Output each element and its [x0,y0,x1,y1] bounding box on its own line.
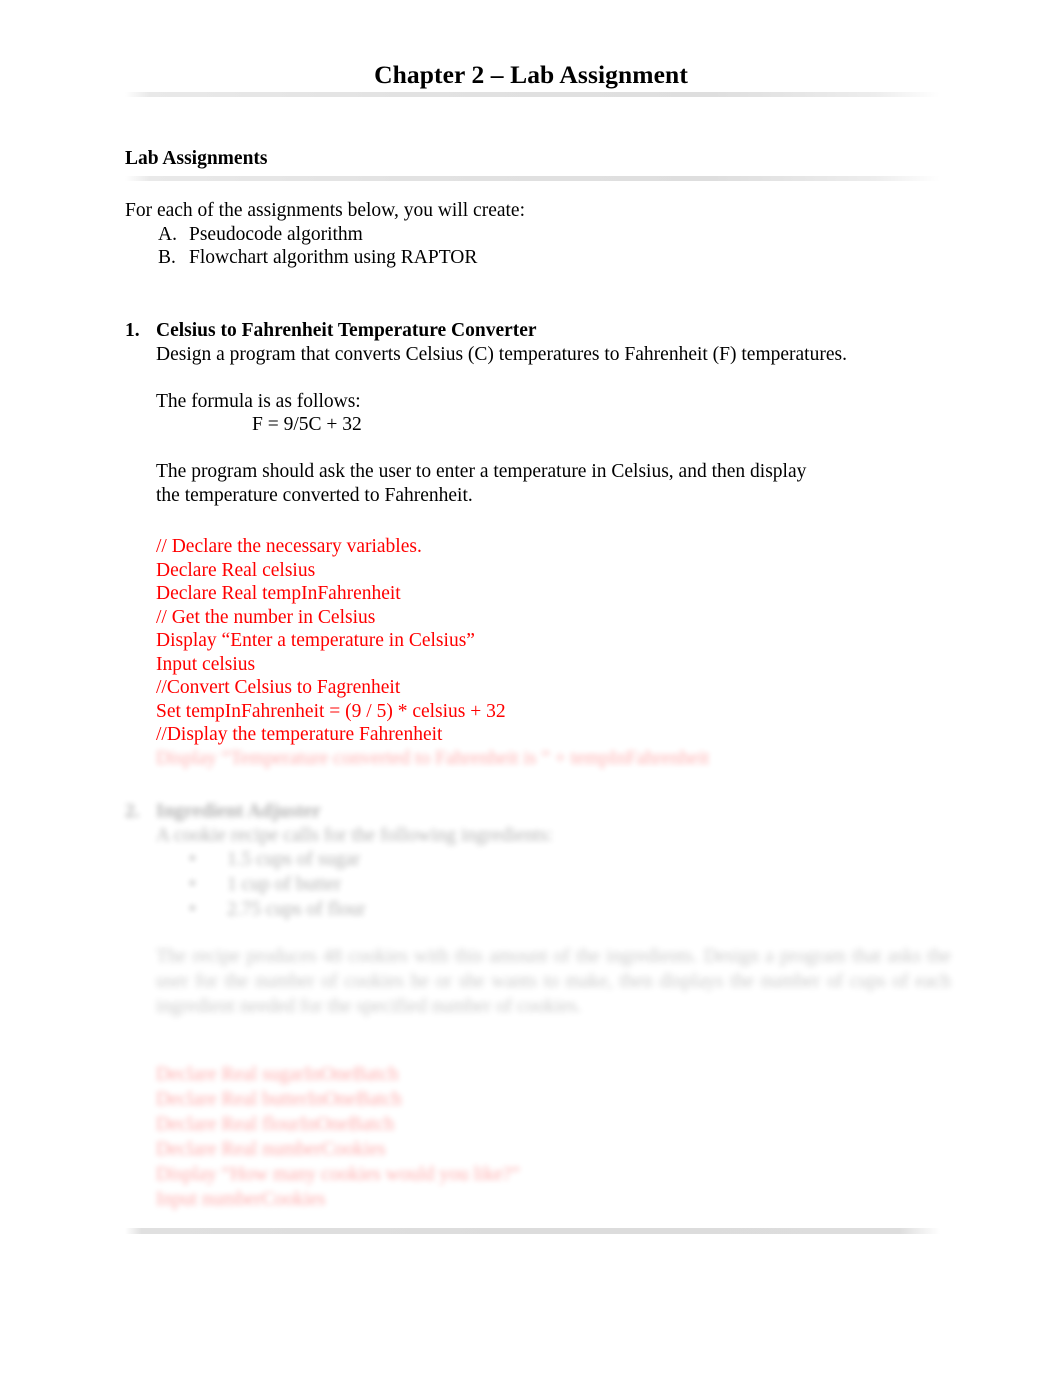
pseudocode-line: Declare Real numberCookies [156,1139,386,1160]
assignment-item-2: 2. Ingredient Adjuster A cookie recipe c… [125,800,955,922]
item-number: 2. [125,801,140,822]
list-item-label: 1 cup of butter [227,874,342,895]
document-page: Chapter 2 – Lab Assignment Lab Assignmen… [0,0,1062,1377]
item-1-body: Celsius to Fahrenheit Temperature Conver… [156,319,955,507]
pseudocode-line: Display “How many cookies would you like… [156,1164,520,1185]
pseudocode-line: //Display the temperature Fahrenheit [156,724,443,745]
pseudocode-line: // Get the number in Celsius [156,606,376,628]
pseudocode-line: Input celsius [156,653,256,675]
list-item-label: 1.5 cups of sugar [227,849,361,870]
list-item: • 1.5 cups of sugar [156,847,955,872]
item-1-title: Celsius to Fahrenheit Temperature Conver… [156,320,537,341]
list-item: • 1 cup of butter [156,872,955,897]
pseudocode-line: Declare Real tempInFahrenheit [156,583,401,604]
page-title: Chapter 2 – Lab Assignment [374,60,688,89]
list-marker: • [189,874,196,895]
deliverables-list: A. Pseudocode algorithm B. Flowchart alg… [125,223,955,270]
list-item: B. Flowchart algorithm using RAPTOR [125,246,955,270]
list-item: A. Pseudocode algorithm [125,223,955,247]
pseudocode-line: Input numberCookies [156,1189,326,1210]
list-item: • 2.75 cups of flour [156,897,955,922]
list-marker: A. [158,223,177,245]
item-1-pseudocode-block: // Declare the necessary variables. Decl… [125,535,955,770]
intro-block: For each of the assignments below, you w… [125,199,955,270]
list-item-label: 2.75 cups of flour [227,899,366,920]
item-1-formula: F = 9/5C + 32 [252,414,362,435]
list-marker: B. [158,247,176,268]
pseudocode-line: // Declare the necessary variables. [156,536,422,557]
title-divider [125,92,940,97]
section-divider [125,176,940,181]
list-item-label: Pseudocode algorithm [189,223,363,245]
list-marker: • [189,849,196,870]
pseudocode-line: Display “Enter a temperature in Celsius” [156,630,475,651]
section-heading-lab-assignments: Lab Assignments [125,148,268,169]
pseudocode-line: Declare Real butterInOneBatch [156,1089,402,1110]
item-2-paragraph: The recipe produces 48 cookies with this… [156,946,951,1017]
intro-text: For each of the assignments below, you w… [125,200,525,221]
pseudocode-line: Declare Real celsius [156,559,316,581]
bottom-divider [125,1228,940,1234]
pseudocode-lines: // Declare the necessary variables. Decl… [156,535,955,770]
item-1-description: Design a program that converts Celsius (… [156,343,847,365]
item-number: 1. [125,320,140,341]
list-marker: • [189,899,196,920]
item-1-formula-label: The formula is as follows: [156,390,361,412]
ingredient-list: • 1.5 cups of sugar • 1 cup of butter • … [156,847,955,922]
pseudocode-line: Display “Temperature converted to Fahren… [156,747,710,769]
pseudocode-line: Declare Real flourInOneBatch [156,1114,395,1135]
item-2-body: Ingredient Adjuster A cookie recipe call… [156,800,955,922]
pseudocode-line: Declare Real sugarInOneBatch [156,1064,399,1085]
item-2-pseudocode-block: Declare Real sugarInOneBatch Declare Rea… [156,1062,756,1212]
pseudocode-line: //Convert Celsius to Fagrenheit [156,677,401,698]
item-2-description: A cookie recipe calls for the following … [156,824,553,846]
item-2-title: Ingredient Adjuster [156,801,321,822]
pseudocode-line: Set tempInFahrenheit = (9 / 5) * celsius… [156,700,506,722]
item-1-instruction-line-2: the temperature converted to Fahrenheit. [156,484,473,506]
item-1-instruction-line-1: The program should ask the user to enter… [156,461,807,482]
list-item-label: Flowchart algorithm using RAPTOR [189,247,478,268]
assignment-item-1: 1. Celsius to Fahrenheit Temperature Con… [125,319,955,507]
